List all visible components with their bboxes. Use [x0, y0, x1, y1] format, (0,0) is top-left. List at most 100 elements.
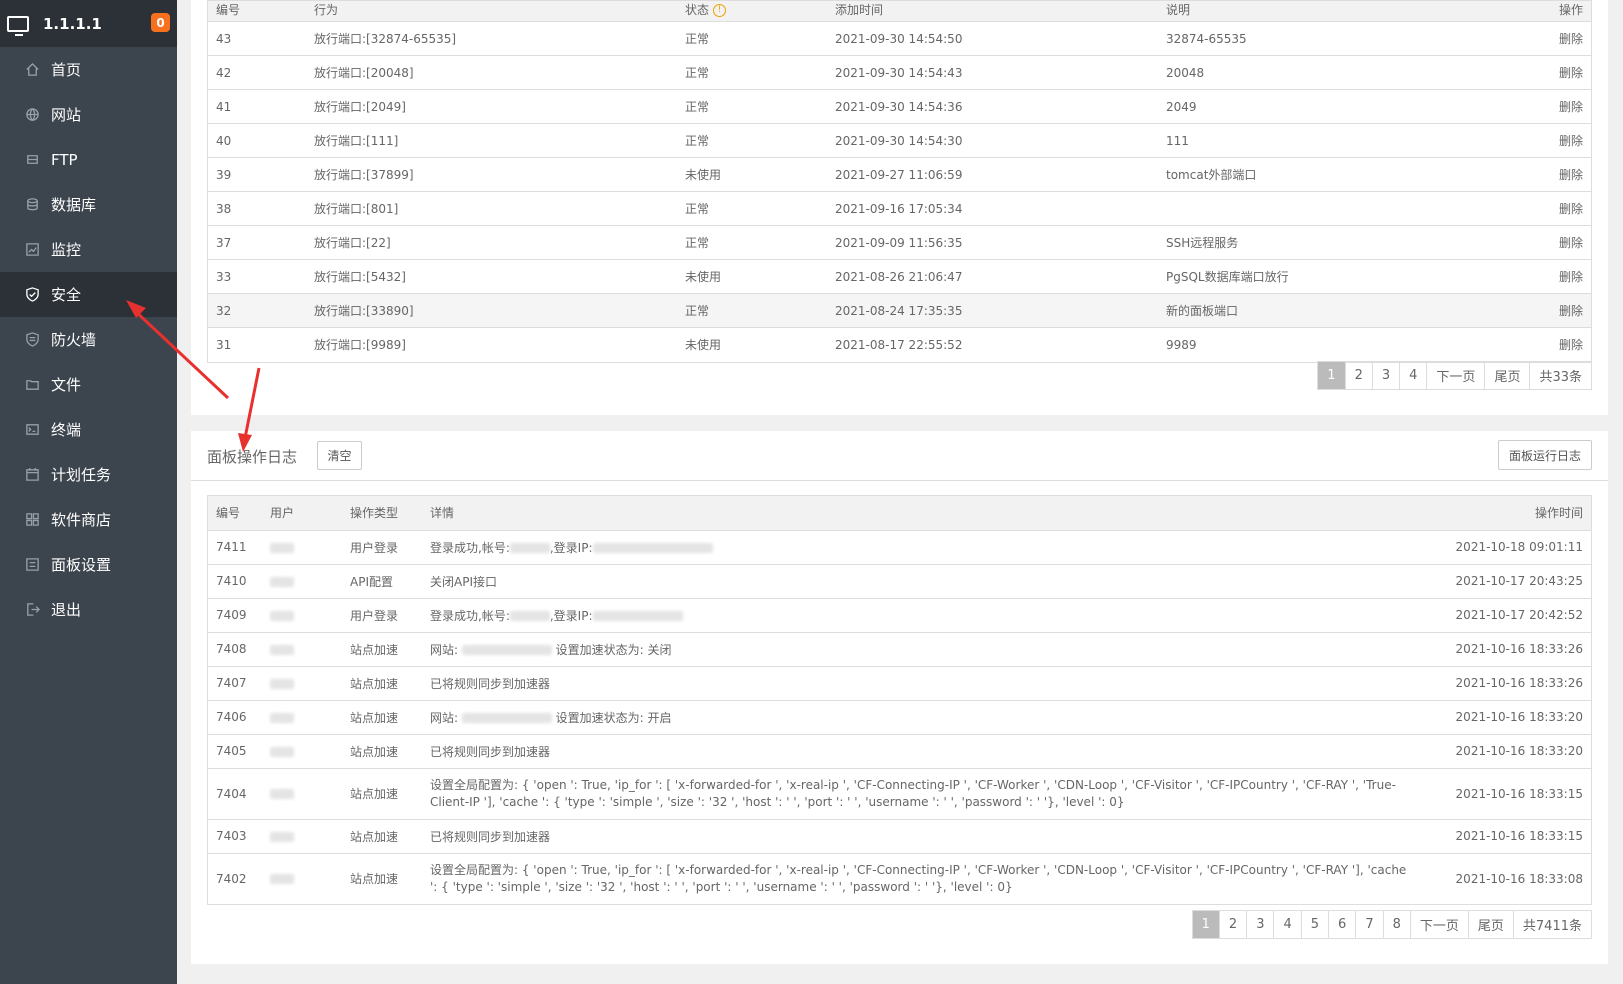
page-2-button[interactable]: 2 [1218, 911, 1246, 938]
delete-link[interactable]: 删除 [1458, 123, 1591, 158]
sidebar-item-grid-apps[interactable]: 软件商店 [0, 497, 177, 542]
redacted-text [270, 831, 294, 842]
sidebar-item-monitor-chart[interactable]: 监控 [0, 227, 177, 272]
log-detail: 已将规则同步到加速器 [422, 665, 1422, 700]
log-id: 7408 [208, 631, 262, 666]
sidebar-item-ftp[interactable]: FTP [0, 137, 177, 182]
delete-link[interactable]: 删除 [1458, 225, 1591, 260]
log-pagination: 1 2 3 4 5 6 7 8 下一页 尾页 共7411条 [1191, 910, 1592, 939]
redacted-text [270, 644, 294, 655]
delete-link[interactable]: 删除 [1458, 157, 1591, 192]
rules-table: 编号 行为 状态! 添加时间 说明 操作 43 放行端口:[32874-65535… [207, 0, 1592, 363]
sidebar-item-logout[interactable]: 退出 [0, 587, 177, 632]
notification-badge[interactable]: 0 [151, 13, 170, 32]
log-detail: 关闭API接口 [422, 563, 1422, 598]
delete-link[interactable]: 删除 [1458, 191, 1591, 226]
log-user [262, 699, 342, 734]
sidebar-item-firewall-shield[interactable]: 防火墙 [0, 317, 177, 362]
rule-time: 2021-09-30 14:54:36 [827, 89, 1158, 124]
delete-link[interactable]: 删除 [1458, 55, 1591, 90]
sidebar-item-shield[interactable]: 安全 [0, 272, 177, 317]
sidebar-item-label: 计划任务 [51, 466, 112, 484]
rule-note: 111 [1158, 123, 1458, 158]
log-type: 站点加速 [342, 665, 422, 700]
log-table-header: 编号 用户 操作类型 详情 操作时间 [208, 496, 1591, 530]
rule-status: 正常 [677, 191, 827, 226]
page-3-button[interactable]: 3 [1371, 362, 1399, 389]
rule-note: 9989 [1158, 327, 1458, 362]
sidebar-item-settings[interactable]: 面板设置 [0, 542, 177, 587]
next-page-button[interactable]: 下一页 [1426, 362, 1484, 389]
log-user [262, 665, 342, 700]
sidebar-item-label: 防火墙 [51, 331, 97, 349]
delete-link[interactable]: 删除 [1458, 21, 1591, 56]
rule-id: 43 [208, 21, 306, 56]
redacted-text [270, 542, 294, 553]
panel-run-log-button[interactable]: 面板运行日志 [1498, 440, 1592, 470]
log-id: 7411 [208, 529, 262, 564]
delete-link[interactable]: 删除 [1458, 89, 1591, 124]
page-1-button[interactable]: 1 [1318, 362, 1345, 389]
delete-link[interactable]: 删除 [1458, 259, 1591, 294]
page-3-button[interactable]: 3 [1246, 911, 1273, 938]
page-6-button[interactable]: 6 [1328, 911, 1355, 938]
table-row: 31 放行端口:[9989] 未使用 2021-08-17 22:55:52 9989 删… [208, 327, 1591, 362]
last-page-button[interactable]: 尾页 [1484, 362, 1529, 389]
delete-link[interactable]: 删除 [1458, 327, 1591, 362]
page-2-button[interactable]: 2 [1344, 362, 1372, 389]
col-header-log-time: 操作时间 [1422, 496, 1591, 530]
rule-status: 未使用 [677, 259, 827, 294]
rule-id: 31 [208, 327, 306, 362]
logout-icon [23, 601, 41, 619]
sidebar-item-terminal[interactable]: 终端 [0, 407, 177, 452]
sidebar-item-calendar[interactable]: 计划任务 [0, 452, 177, 497]
table-row: 7408 站点加速 网站: 设置加速状态为: 关闭 2021-10-16 18:33:… [208, 631, 1591, 666]
rule-status: 正常 [677, 55, 827, 90]
sidebar-item-home[interactable]: 首页 [0, 47, 177, 92]
last-page-button[interactable]: 尾页 [1467, 911, 1513, 938]
globe-icon [23, 106, 41, 124]
redacted-text [592, 543, 713, 553]
rule-note: tomcat外部端口 [1158, 157, 1458, 192]
sidebar-item-label: 退出 [51, 601, 82, 619]
info-icon[interactable]: ! [713, 4, 727, 17]
rule-status: 正常 [677, 293, 827, 328]
table-row: 40 放行端口:[111] 正常 2021-09-30 14:54:30 111 删除 [208, 123, 1591, 158]
log-header: 面板操作日志 清空 面板运行日志 [191, 431, 1608, 481]
page-7-button[interactable]: 7 [1355, 911, 1382, 938]
col-header-time: 添加时间 [827, 1, 1158, 22]
clear-log-button[interactable]: 清空 [317, 441, 362, 470]
table-row: 39 放行端口:[37899] 未使用 2021-09-27 11:06:59 tomc… [208, 157, 1591, 192]
sidebar: 1.1.1.1 0 首页 网站 FTP 数据库 监控 安全防火墙文件 终端计划任务软件商店面… [0, 0, 177, 984]
log-detail: 登录成功,帐号: ,登录IP: [422, 529, 1422, 564]
col-header-status: 状态! [677, 1, 827, 22]
page-5-button[interactable]: 5 [1300, 911, 1328, 938]
delete-link[interactable]: 删除 [1458, 293, 1591, 328]
page-4-button[interactable]: 4 [1273, 911, 1300, 938]
sidebar-item-database[interactable]: 数据库 [0, 182, 177, 227]
page-8-button[interactable]: 8 [1382, 911, 1410, 938]
calendar-icon [23, 466, 41, 484]
log-type: 用户登录 [342, 529, 422, 564]
redacted-text [509, 611, 550, 621]
log-type: 用户登录 [342, 597, 422, 632]
redacted-text [461, 645, 552, 655]
rule-action: 放行端口:[2049] [306, 89, 677, 124]
sidebar-item-label: 软件商店 [51, 511, 112, 529]
rule-time: 2021-09-09 11:56:35 [827, 225, 1158, 260]
log-id: 7409 [208, 597, 262, 632]
server-header[interactable]: 1.1.1.1 0 [0, 0, 177, 47]
rule-action: 放行端口:[9989] [306, 327, 677, 362]
page-4-button[interactable]: 4 [1399, 362, 1426, 389]
log-user [262, 597, 342, 632]
log-user [262, 631, 342, 666]
rule-id: 40 [208, 123, 306, 158]
page-1-button[interactable]: 1 [1192, 911, 1219, 938]
next-page-button[interactable]: 下一页 [1409, 911, 1468, 938]
rule-note: 2049 [1158, 89, 1458, 124]
log-user [262, 529, 342, 564]
sidebar-item-globe[interactable]: 网站 [0, 92, 177, 137]
sidebar-item-folder[interactable]: 文件 [0, 362, 177, 407]
table-row: 42 放行端口:[20048] 正常 2021-09-30 14:54:43 20048… [208, 55, 1591, 90]
log-detail: 网站: 设置加速状态为: 开启 [422, 699, 1422, 734]
